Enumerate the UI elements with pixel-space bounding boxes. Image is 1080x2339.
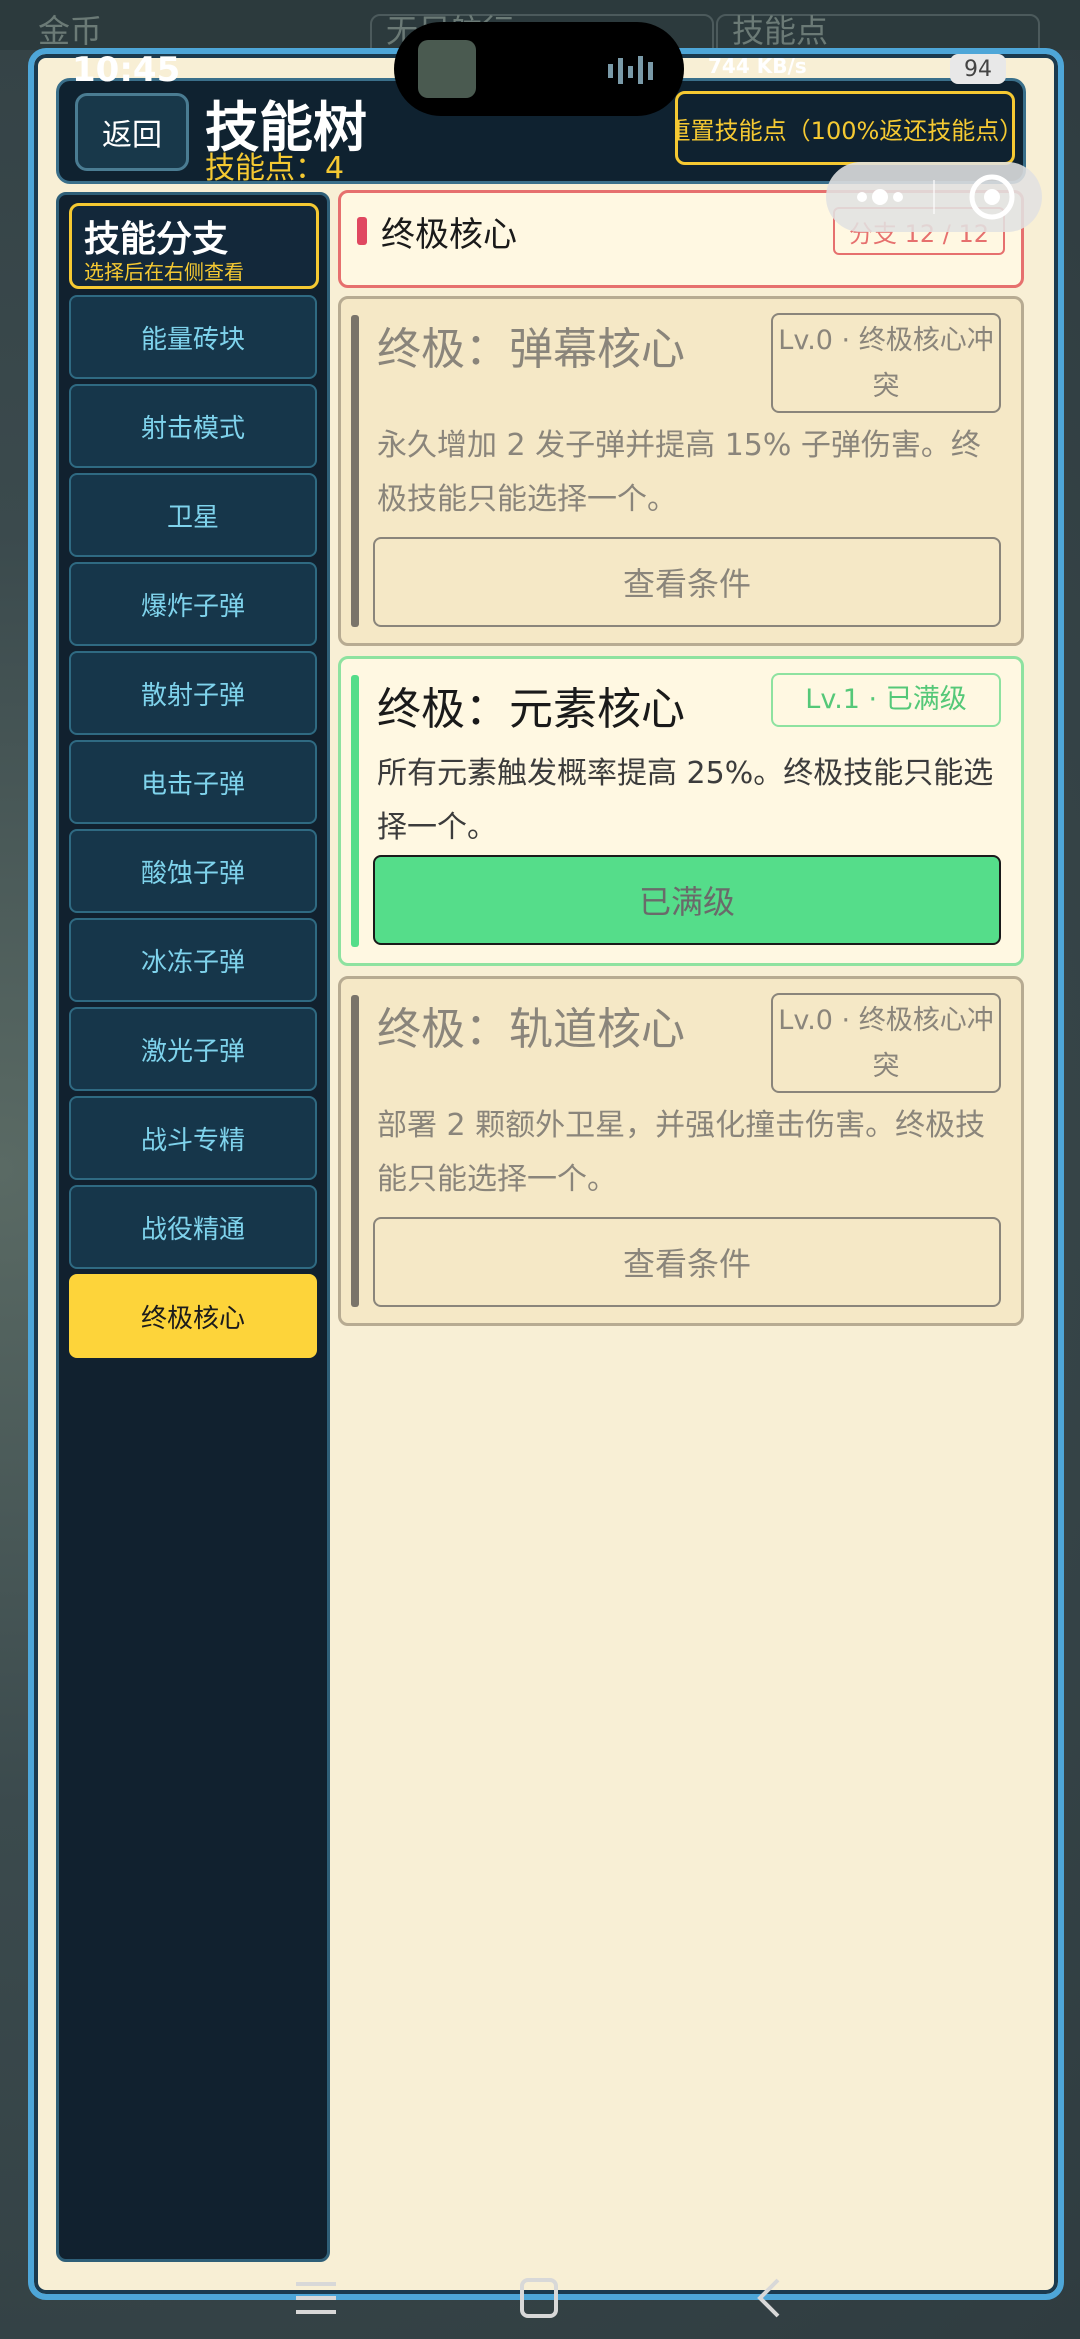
sidebar-item-ultimate-core[interactable]: 终极核心 bbox=[69, 1274, 317, 1358]
skill-card-element-core: 终极：元素核心 Lv.1 · 已满级 所有元素触发概率提高 25%。终极技能只能… bbox=[338, 656, 1024, 966]
skill-title: 终极：弹幕核心 bbox=[377, 324, 685, 375]
sidebar-title: 技能分支 bbox=[84, 219, 229, 260]
card-accent-bar bbox=[351, 315, 359, 627]
maxed-button[interactable]: 已满级 bbox=[373, 855, 1001, 945]
back-nav-icon[interactable] bbox=[757, 2278, 780, 2318]
view-conditions-button[interactable]: 查看条件 bbox=[373, 1217, 1001, 1307]
back-button[interactable]: 返回 bbox=[75, 93, 189, 171]
sidebar-item-combat-mastery[interactable]: 战斗专精 bbox=[69, 1096, 317, 1180]
sidebar-item-laser-bullet[interactable]: 激光子弹 bbox=[69, 1007, 317, 1091]
branch-title: 终极核心 bbox=[381, 215, 517, 255]
background-skillpoints-label: 技能点 bbox=[732, 12, 829, 50]
sidebar-item-explosive-bullet[interactable]: 爆炸子弹 bbox=[69, 562, 317, 646]
background-coins-label: 金币 bbox=[38, 12, 103, 50]
skill-title: 终极：元素核心 bbox=[377, 684, 685, 735]
mini-program-capsule bbox=[826, 162, 1042, 232]
sidebar-item-scatter-bullet[interactable]: 散射子弹 bbox=[69, 651, 317, 735]
branch-sidebar: 技能分支 选择后在右侧查看 能量砖块 射击模式 卫星 爆炸子弹 散射子弹 电击子… bbox=[56, 192, 330, 2262]
sidebar-item-shock-bullet[interactable]: 电击子弹 bbox=[69, 740, 317, 824]
sidebar-subtitle: 选择后在右侧查看 bbox=[84, 260, 244, 284]
skill-title: 终极：轨道核心 bbox=[377, 1004, 685, 1055]
sidebar-header: 技能分支 选择后在右侧查看 bbox=[69, 203, 319, 289]
status-net-speed: 744 KB/s bbox=[708, 54, 807, 78]
skill-description: 永久增加 2 发子弹并提高 15% 子弹伤害。终极技能只能选择一个。 bbox=[377, 428, 981, 517]
reset-skill-points-button[interactable]: 重置技能点（100%返还技能点） bbox=[675, 91, 1015, 165]
branch-marker bbox=[357, 217, 367, 245]
status-time: 10:45 bbox=[72, 50, 181, 90]
battery-indicator: 94 bbox=[950, 54, 1006, 84]
sidebar-item-acid-bullet[interactable]: 酸蚀子弹 bbox=[69, 829, 317, 913]
dynamic-island[interactable] bbox=[394, 22, 684, 116]
capsule-icons bbox=[857, 174, 1015, 220]
menu-nav-icon[interactable] bbox=[296, 2282, 336, 2314]
media-thumbnail bbox=[418, 40, 476, 98]
sidebar-item-satellite[interactable]: 卫星 bbox=[69, 473, 317, 557]
sidebar-item-freeze-bullet[interactable]: 冰冻子弹 bbox=[69, 918, 317, 1002]
skill-card-orbital-core: 终极：轨道核心 Lv.0 · 终极核心冲突 部署 2 颗额外卫星，并强化撞击伤害… bbox=[338, 976, 1024, 1326]
skill-level-badge: Lv.0 · 终极核心冲突 bbox=[771, 993, 1001, 1093]
sidebar-item-energy-brick[interactable]: 能量砖块 bbox=[69, 295, 317, 379]
card-accent-bar bbox=[351, 995, 359, 1307]
skill-points-label: 技能点：4 bbox=[205, 151, 345, 186]
sidebar-item-fire-mode[interactable]: 射击模式 bbox=[69, 384, 317, 468]
sidebar-item-campaign-mastery[interactable]: 战役精通 bbox=[69, 1185, 317, 1269]
skill-description: 部署 2 颗额外卫星，并强化撞击伤害。终极技能只能选择一个。 bbox=[377, 1108, 986, 1197]
skill-level-badge: Lv.1 · 已满级 bbox=[771, 673, 1001, 727]
audio-wave-icon bbox=[608, 56, 653, 84]
card-accent-bar bbox=[351, 675, 359, 947]
skill-description: 所有元素触发概率提高 25%。终极技能只能选择一个。 bbox=[377, 756, 994, 845]
view-conditions-button[interactable]: 查看条件 bbox=[373, 537, 1001, 627]
system-navigation-bar bbox=[296, 2278, 780, 2318]
home-nav-icon[interactable] bbox=[520, 2278, 558, 2318]
skill-card-barrage-core: 终极：弹幕核心 Lv.0 · 终极核心冲突 永久增加 2 发子弹并提高 15% … bbox=[338, 296, 1024, 646]
skill-level-badge: Lv.0 · 终极核心冲突 bbox=[771, 313, 1001, 413]
